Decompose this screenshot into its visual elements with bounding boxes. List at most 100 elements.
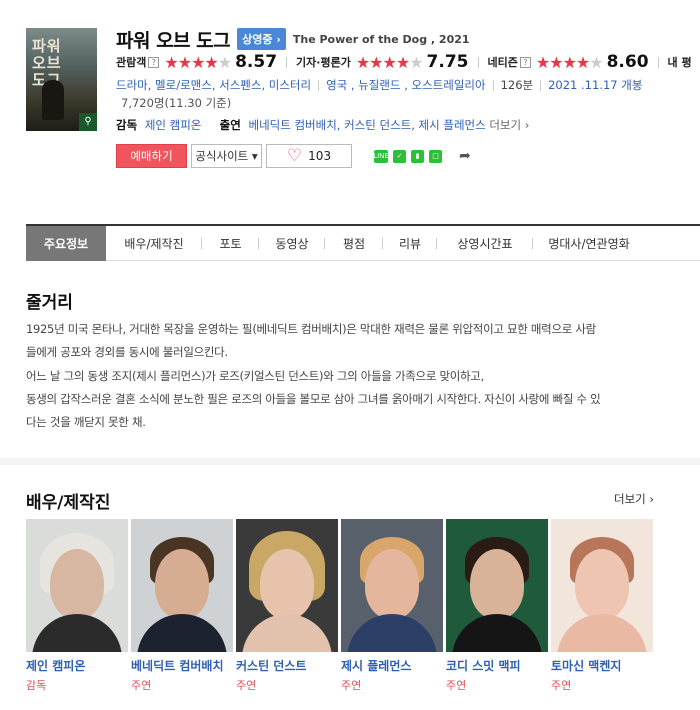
tab-cast-crew[interactable]: 배우/제작진: [106, 226, 202, 261]
synopsis-line: 들에게 공포와 경외를 동시에 불러일으킨다.: [26, 345, 228, 360]
cast-heading: 배우/제작진: [26, 493, 111, 513]
photo-body: [557, 614, 647, 652]
rating-label-critic: 기자·평론가: [296, 56, 351, 69]
tab-bar: 주요정보 배우/제작진 포토 동영상 평점 리뷰 상영시간표 명대사/연관영화: [26, 224, 700, 261]
tab-review[interactable]: 리뷰: [383, 226, 437, 261]
rating-score-audience: 8.57: [235, 52, 278, 72]
cast-name[interactable]: 코디 스밋 맥피: [446, 657, 546, 675]
rating-score-netizen: 8.60: [606, 52, 649, 72]
cast-photo[interactable]: [551, 519, 653, 652]
movie-title[interactable]: 파워 오브 도그: [116, 26, 231, 53]
cast-photo[interactable]: [446, 519, 548, 652]
rating-label-netizen: 네티즌: [487, 56, 518, 69]
cast-role: 주연: [551, 679, 572, 692]
meta-divider: [318, 79, 320, 91]
synopsis-line: 1925년 미국 몬타나, 거대한 목장을 운영하는 필(베네딕트 컴버배치)은…: [26, 322, 596, 336]
help-icon[interactable]: ?: [519, 56, 531, 68]
country-links[interactable]: 영국 , 뉴질랜드 , 오스트레일리아: [326, 77, 485, 93]
photo-face: [260, 549, 314, 619]
cast-photo[interactable]: [131, 519, 233, 652]
movie-poster[interactable]: 파워오브도그 ⚲: [26, 28, 97, 131]
title-row: 파워 오브 도그 상영중 › The Power of the Dog , 20…: [116, 26, 470, 53]
photo-face: [50, 549, 104, 619]
tab-label: 명대사/연관영화: [548, 237, 630, 251]
photo-body: [137, 614, 227, 652]
book-button[interactable]: 예매하기: [116, 144, 187, 168]
cast-card[interactable]: 코디 스밋 맥피 주연: [446, 519, 551, 693]
line-share-icon[interactable]: LINE: [373, 149, 389, 163]
status-badge[interactable]: 상영중 ›: [237, 28, 286, 50]
cast-role: 주연: [236, 679, 257, 692]
section-divider: [0, 458, 700, 465]
heart-icon: ♡: [286, 145, 303, 166]
cast-name[interactable]: 제인 캠피온: [26, 657, 126, 675]
cast-photo[interactable]: [236, 519, 338, 652]
help-icon[interactable]: ?: [148, 56, 160, 68]
photo-face: [575, 549, 629, 619]
cast-card[interactable]: 커스틴 던스트 주연: [236, 519, 341, 693]
tab-video[interactable]: 동영상: [259, 226, 325, 261]
official-site-button[interactable]: 공식사이트 ▾: [191, 144, 262, 168]
director-link[interactable]: 제인 캠피온: [145, 118, 202, 132]
synopsis-line: 다는 것을 깨닫지 못한 채.: [26, 415, 146, 430]
credits-more-link[interactable]: 더보기 ›: [489, 118, 529, 132]
tab-main-info[interactable]: 주요정보: [26, 226, 106, 261]
tab-label: 상영시간표: [457, 237, 513, 251]
synopsis-line: 어느 날 그의 동생 조지(제시 플리먼스)가 로즈(키얼스틴 던스트)와 그의…: [26, 368, 484, 383]
cast-label: 출연: [219, 118, 241, 132]
blog-share-icon[interactable]: □: [429, 149, 442, 163]
bookmark-share-icon[interactable]: ▮: [411, 149, 424, 163]
genre-links[interactable]: 드라마, 멜로/로맨스, 서스펜스, 미스터리: [116, 77, 311, 93]
cast-card[interactable]: 제인 캠피온 감독: [26, 519, 131, 693]
cast-card[interactable]: 제시 플레먼스 주연: [341, 519, 446, 693]
cast-links[interactable]: 베네딕트 컴버배치, 커스틴 던스트, 제시 플레먼스: [249, 118, 486, 132]
photo-body: [347, 614, 437, 652]
audience-count: 7,720명(11.30 기준): [121, 96, 232, 110]
cast-name[interactable]: 제시 플레먼스: [341, 657, 441, 675]
rating-stars-critic: ★★★★★: [355, 52, 424, 72]
cast-name[interactable]: 베네딕트 컴버배치: [131, 657, 231, 675]
cast-photo[interactable]: [341, 519, 443, 652]
tab-label: 주요정보: [43, 237, 89, 251]
photo-face: [155, 549, 209, 619]
cast-role: 주연: [341, 679, 362, 692]
cast-card[interactable]: 토마신 맥켄지 주연: [551, 519, 656, 693]
rating-label-audience: 관람객: [116, 56, 147, 69]
cast-name[interactable]: 커스틴 던스트: [236, 657, 336, 675]
rating-stars-netizen: ★★★★★: [535, 52, 604, 72]
cast-role: 주연: [446, 679, 467, 692]
poster-figure: [42, 80, 64, 120]
runtime: 126분: [500, 78, 534, 92]
check-share-icon[interactable]: ✓: [393, 149, 406, 163]
rating-divider: [477, 56, 479, 68]
photo-body: [32, 614, 122, 652]
cast-name[interactable]: 토마신 맥켄지: [551, 657, 651, 675]
tab-showtimes[interactable]: 상영시간표: [437, 226, 533, 261]
tab-label: 평점: [342, 237, 366, 251]
tab-label: 포토: [219, 237, 242, 251]
synopsis-body: 1925년 미국 몬타나, 거대한 목장을 운영하는 필(베네딕트 컴버배치)은…: [26, 318, 666, 434]
tab-rating[interactable]: 평점: [325, 226, 383, 261]
rating-divider: [286, 56, 288, 68]
share-icons: LINE ✓ ▮ □ ➦: [373, 148, 471, 164]
cast-photo[interactable]: [26, 519, 128, 652]
original-title: The Power of the Dog , 2021: [292, 32, 470, 46]
cast-more-link[interactable]: 더보기 ›: [614, 491, 654, 507]
rating-divider: [657, 56, 659, 68]
photo-body: [452, 614, 542, 652]
share-icon[interactable]: ➦: [459, 148, 471, 164]
tab-quotes-related[interactable]: 명대사/연관영화: [533, 226, 645, 261]
cast-role: 감독: [26, 679, 47, 692]
magnifier-icon[interactable]: ⚲: [79, 113, 97, 131]
action-bar: 예매하기 공식사이트 ▾ ♡ 103 LINE ✓ ▮ □ ➦: [116, 144, 471, 168]
tab-label: 배우/제작진: [124, 237, 184, 251]
credit-row: 감독 제인 캠피온 출연 베네딕트 컴버배치, 커스틴 던스트, 제시 플레먼스…: [116, 117, 529, 133]
meta-divider: [540, 79, 542, 91]
rating-score-critic: 7.75: [426, 52, 469, 72]
rating-label-mine[interactable]: 내 평: [668, 54, 692, 70]
cast-card[interactable]: 베네딕트 컴버배치 주연: [131, 519, 236, 693]
like-button[interactable]: ♡ 103: [266, 144, 352, 168]
tab-label: 리뷰: [398, 237, 422, 251]
tab-photo[interactable]: 포토: [202, 226, 259, 261]
release-date[interactable]: 2021 .11.17 개봉: [548, 77, 642, 93]
